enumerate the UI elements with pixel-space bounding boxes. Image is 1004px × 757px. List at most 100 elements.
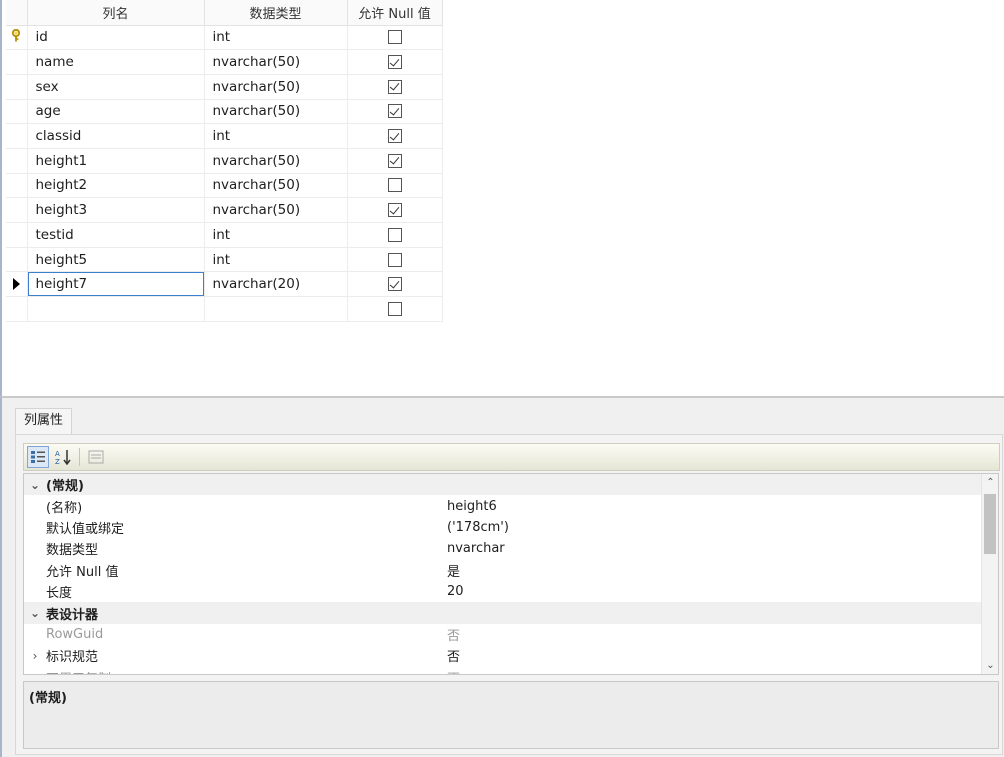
row-selector[interactable] (6, 123, 28, 149)
cell-column-name[interactable]: name (27, 49, 205, 75)
cell-column-name[interactable]: height5 (27, 247, 205, 273)
allow-null-checkbox[interactable] (387, 252, 402, 267)
property-row[interactable]: 允许 Null 值 是 (24, 560, 998, 581)
row-selector[interactable] (6, 148, 28, 174)
cell-column-name[interactable]: height3 (27, 197, 205, 223)
grid-row[interactable]: height1 nvarchar(50) (6, 148, 443, 174)
scroll-thumb[interactable] (984, 494, 996, 554)
row-selector[interactable] (6, 99, 28, 125)
allow-null-checkbox[interactable] (387, 203, 402, 218)
cell-column-name[interactable]: height7 (27, 271, 205, 298)
header-data-type[interactable]: 数据类型 (204, 0, 348, 26)
property-value[interactable]: nvarchar (446, 541, 998, 556)
grid-row[interactable]: height2 nvarchar(50) (6, 173, 443, 199)
grid-row[interactable]: classid int (6, 123, 443, 149)
cell-data-type[interactable]: nvarchar(50) (204, 173, 348, 199)
allow-null-checkbox[interactable] (387, 55, 402, 70)
cell-column-name[interactable]: height1 (27, 148, 205, 174)
property-category[interactable]: ⌄ (常规) (24, 474, 998, 496)
property-grid: ⌄ (常规) (名称) height6 默认值或绑定 ('178cm') 数据类型 nvarc… (23, 473, 999, 675)
grid-row[interactable]: testid int (6, 222, 443, 248)
cell-data-type[interactable]: nvarchar(50) (204, 99, 348, 125)
grid-row[interactable]: height7 nvarchar(20) (6, 271, 443, 298)
cell-column-name[interactable]: id (27, 25, 205, 51)
allow-null-checkbox[interactable] (387, 30, 402, 45)
grid-row[interactable]: sex nvarchar(50) (6, 74, 443, 100)
categorized-icon[interactable] (27, 446, 49, 468)
column-name-input[interactable]: height7 (27, 272, 204, 297)
property-value[interactable]: 是 (446, 561, 998, 580)
row-selector[interactable] (6, 271, 28, 298)
property-row[interactable]: 数据类型 nvarchar (24, 538, 998, 559)
allow-null-checkbox[interactable] (387, 79, 402, 94)
property-value[interactable]: 否 (446, 625, 998, 644)
cell-data-type[interactable]: nvarchar(50) (204, 74, 348, 100)
scroll-up-icon[interactable]: ⌃ (982, 474, 998, 491)
row-selector[interactable] (6, 197, 28, 223)
property-name: 表设计器 (46, 607, 99, 623)
cell-allow-null (347, 271, 443, 298)
property-value[interactable]: height6 (446, 499, 998, 514)
grid-row[interactable]: height3 nvarchar(50) (6, 197, 443, 223)
property-row[interactable]: RowGuid 否 (24, 624, 998, 645)
cell-data-type[interactable]: nvarchar(50) (204, 49, 348, 75)
row-selector[interactable] (6, 173, 28, 199)
cell-data-type[interactable]: int (204, 222, 348, 248)
cell-data-type[interactable]: int (204, 247, 348, 273)
grid-row[interactable]: age nvarchar(50) (6, 99, 443, 125)
cell-column-name[interactable]: height2 (27, 173, 205, 199)
property-row[interactable]: (名称) height6 (24, 495, 998, 516)
allow-null-checkbox[interactable] (387, 227, 402, 242)
sort-az-icon[interactable]: A Z (52, 446, 74, 468)
property-value[interactable]: ('178cm') (446, 520, 998, 535)
scroll-down-icon[interactable]: ⌄ (982, 657, 998, 674)
row-selector[interactable] (6, 296, 28, 323)
property-value[interactable]: 否 (446, 668, 998, 674)
property-name: 默认值或绑定 (46, 521, 125, 537)
property-row[interactable]: › 标识规范 否 (24, 645, 998, 666)
property-row[interactable]: 长度 20 (24, 581, 998, 602)
collapse-chevron-icon[interactable]: ⌄ (24, 478, 46, 492)
grid-row[interactable] (6, 296, 443, 323)
allow-null-checkbox[interactable] (387, 302, 402, 317)
property-scrollbar[interactable]: ⌃ ⌄ (981, 474, 998, 674)
row-selector[interactable] (6, 25, 28, 51)
property-row[interactable]: 默认值或绑定 ('178cm') (24, 517, 998, 538)
tab-column-properties[interactable]: 列属性 (15, 408, 73, 434)
cell-column-name[interactable] (27, 296, 205, 323)
cell-data-type[interactable]: int (204, 25, 348, 51)
property-name: 标识规范 (46, 650, 99, 666)
property-category[interactable]: ⌄ 表设计器 (24, 602, 998, 624)
allow-null-checkbox[interactable] (387, 104, 402, 119)
cell-data-type[interactable]: nvarchar(20) (204, 271, 348, 298)
property-row[interactable]: 不用于复制否 (24, 667, 998, 674)
cell-data-type[interactable]: nvarchar(50) (204, 148, 348, 174)
property-pages-icon[interactable] (85, 446, 107, 468)
cell-data-type[interactable] (204, 296, 348, 323)
row-selector[interactable] (6, 49, 28, 75)
row-selector[interactable] (6, 247, 28, 273)
allow-null-checkbox[interactable] (387, 178, 402, 193)
grid-row[interactable]: height5 int (6, 247, 443, 273)
allow-null-checkbox[interactable] (387, 277, 402, 292)
grid-row[interactable]: id int (6, 25, 443, 51)
cell-data-type[interactable]: nvarchar(50) (204, 197, 348, 223)
cell-column-name[interactable]: testid (27, 222, 205, 248)
primary-key-icon (11, 28, 21, 44)
row-selector[interactable] (6, 222, 28, 248)
property-value[interactable]: 20 (446, 584, 998, 599)
header-column-name[interactable]: 列名 (27, 0, 205, 26)
allow-null-checkbox[interactable] (387, 153, 402, 168)
cell-column-name[interactable]: sex (27, 74, 205, 100)
collapse-chevron-icon[interactable]: ⌄ (24, 606, 46, 620)
cell-column-name[interactable]: classid (27, 123, 205, 149)
property-value[interactable]: 否 (446, 646, 998, 665)
row-selector[interactable] (6, 74, 28, 100)
header-allow-null[interactable]: 允许 Null 值 (347, 0, 443, 26)
cell-column-name[interactable]: age (27, 99, 205, 125)
grid-row[interactable]: name nvarchar(50) (6, 49, 443, 75)
column-grid-pane: 列名 数据类型 允许 Null 值 id int name nvarchar(50) s… (0, 0, 1004, 396)
cell-data-type[interactable]: int (204, 123, 348, 149)
expand-chevron-icon[interactable]: › (24, 649, 46, 663)
allow-null-checkbox[interactable] (387, 129, 402, 144)
